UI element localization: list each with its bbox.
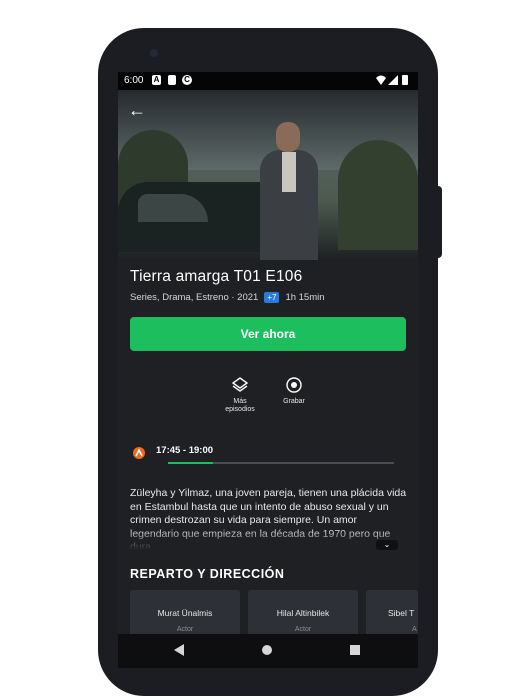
broadcast-progress	[168, 462, 394, 464]
antena3-icon	[133, 447, 145, 459]
broadcast-progress-fill	[168, 462, 214, 464]
status-a-icon: A	[152, 75, 161, 85]
expand-synopsis-chevron-icon[interactable]: ⌄	[376, 540, 398, 550]
battery-icon	[402, 75, 408, 85]
nav-recents-icon[interactable]	[350, 645, 360, 655]
more-episodes-button[interactable]: Más episodios	[218, 376, 262, 414]
cast-name: Sibel T	[388, 608, 415, 618]
watch-now-button[interactable]: Ver ahora	[130, 317, 406, 351]
more-episodes-label: Más episodios	[225, 398, 255, 413]
cast-role: Actor	[176, 626, 194, 633]
nav-home-icon[interactable]	[262, 645, 272, 655]
show-meta: Series, Drama, Estreno · 2021 +7 1h 15mi…	[130, 292, 325, 303]
camera-icon	[150, 49, 158, 57]
record-label: Grabar	[283, 398, 305, 405]
signal-icon	[388, 75, 398, 85]
phone-side-button	[436, 186, 442, 258]
layers-icon	[231, 377, 249, 392]
cast-role: A	[412, 626, 417, 633]
duration-text: 1h 15min	[285, 292, 325, 303]
status-time: 6:00	[124, 75, 144, 86]
status-c-icon: C	[182, 75, 192, 85]
app-screen: 6:00 A C ← Tierra amarga T01 E106 Series…	[118, 72, 418, 668]
record-button[interactable]: Grabar	[272, 376, 316, 406]
action-row: Más episodios Grabar	[218, 376, 328, 422]
cast-name: Hilal Altinbilek	[276, 608, 330, 618]
genres-text: Series, Drama, Estreno · 2021	[130, 292, 259, 303]
phone-notch	[186, 44, 356, 72]
wifi-icon	[376, 75, 386, 85]
status-bar: 6:00 A C	[118, 72, 418, 90]
age-rating-badge: +7	[264, 292, 280, 303]
cast-section-title: REPARTO Y DIRECCIÓN	[130, 567, 285, 581]
cast-role: Actor	[294, 626, 312, 633]
cast-name: Murat Ünalmis	[157, 608, 213, 618]
schedule-time: 17:45 - 19:00	[156, 445, 214, 456]
record-icon	[286, 377, 302, 393]
hero-image	[118, 90, 418, 260]
back-arrow-icon[interactable]: ←	[128, 100, 148, 120]
sim-card-icon	[168, 75, 176, 85]
page-title: Tierra amarga T01 E106	[130, 268, 303, 285]
system-nav-bar	[118, 634, 418, 668]
nav-back-icon[interactable]	[174, 644, 184, 656]
